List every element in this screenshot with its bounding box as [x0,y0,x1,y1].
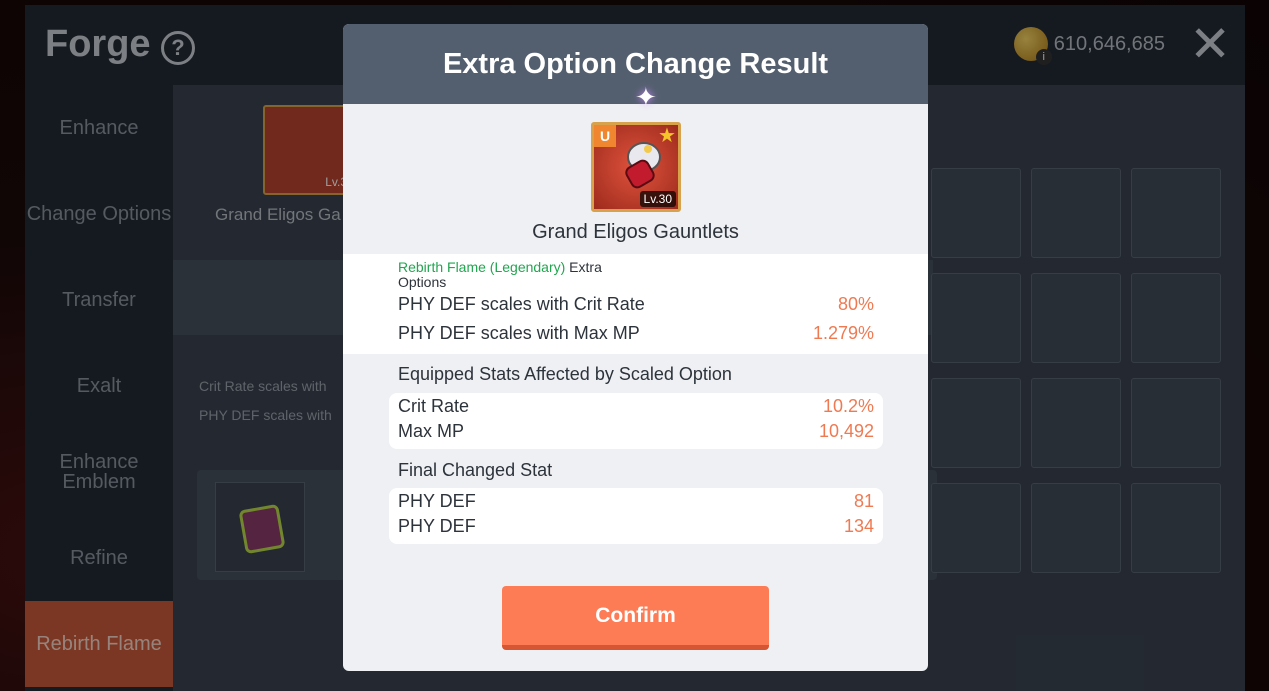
stat-label: PHY DEF [398,491,476,511]
dialog-title: Extra Option Change Result [442,47,829,80]
result-dialog: Extra Option Change Result ✦ U ★ Lv.30 G… [343,24,928,671]
final-stats-box: PHY DEF 81 PHY DEF 134 [389,488,883,544]
confirm-button[interactable]: Confirm [502,586,769,650]
option-value: 1.279% [812,323,874,343]
option-row: PHY DEF scales with Max MP 1.279% [398,323,874,344]
item-level-badge: Lv.30 [639,191,676,207]
item-name: Grand Eligos Gauntlets [532,221,739,243]
stat-label: PHY DEF [398,516,476,536]
stat-row: PHY DEF 134 [398,516,874,537]
option-label: PHY DEF scales with Crit Rate [398,294,645,314]
equipped-stats-box: Crit Rate 10.2% Max MP 10,492 [389,393,883,449]
final-stat-label: Final Changed Stat [398,460,553,480]
stat-row: PHY DEF 81 [398,491,874,512]
stat-value: 134 [843,516,874,536]
stat-row: Max MP 10,492 [398,421,874,442]
gauntlet-icon [625,142,661,189]
stat-label: Max MP [398,421,465,441]
sparkle-icon: ✦ [635,82,657,112]
option-value: 80% [837,294,874,314]
extra-options-section: Rebirth Flame (Legendary) Extra Options … [343,254,928,354]
options-source-label: Rebirth Flame (Legendary) Extra Options [398,260,648,290]
rarity-badge: U [594,125,616,147]
options-source-highlight: Rebirth Flame (Legendary) [398,259,566,275]
stat-value: 10,492 [818,421,874,441]
item-icon-card: U ★ Lv.30 [591,122,681,212]
option-row: PHY DEF scales with Crit Rate 80% [398,294,874,315]
stat-label: Crit Rate [398,396,470,416]
stat-value: 10.2% [822,396,874,416]
option-label: PHY DEF scales with Max MP [398,323,640,343]
stat-value: 81 [853,491,874,511]
stat-row: Crit Rate 10.2% [398,396,874,417]
equipped-stats-label: Equipped Stats Affected by Scaled Option [398,364,732,384]
